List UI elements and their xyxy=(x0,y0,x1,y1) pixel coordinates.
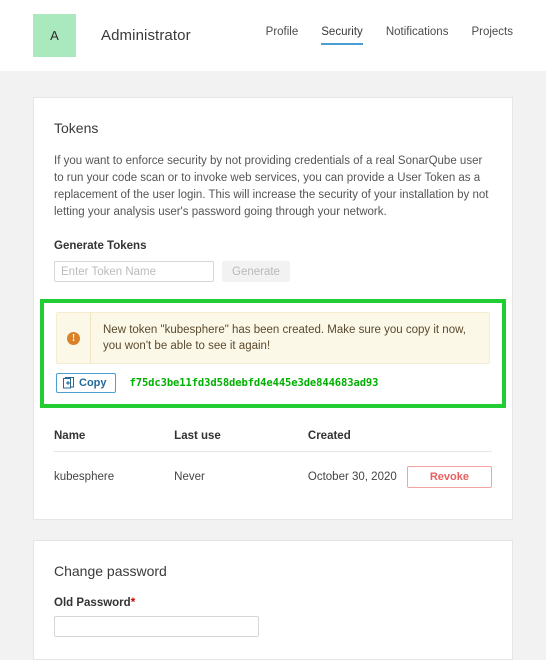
tokens-heading: Tokens xyxy=(54,120,99,136)
tab-security[interactable]: Security xyxy=(321,26,363,45)
alert-message: New token "kubesphere" has been created.… xyxy=(103,324,466,352)
table-row: kubesphere Never October 30, 2020 Revoke xyxy=(54,452,492,502)
tab-profile[interactable]: Profile xyxy=(266,26,299,45)
new-token-alert: ! New token "kubesphere" has been create… xyxy=(56,312,490,364)
copy-button[interactable]: Copy xyxy=(56,373,116,393)
cell-token-last-use: Never xyxy=(174,471,205,483)
avatar-initial: A xyxy=(50,28,59,43)
cell-token-created: October 30, 2020 xyxy=(307,471,397,483)
avatar: A xyxy=(33,14,76,57)
token-row: Copy f75dc3be11fd3d58debfd4e445e3de84468… xyxy=(56,373,490,393)
old-password-label-text: Old Password xyxy=(54,597,131,609)
generate-button[interactable]: Generate xyxy=(222,261,290,282)
table-header-row: Name Last use Created xyxy=(54,420,492,452)
tokens-table: Name Last use Created kubesphere Never O… xyxy=(54,420,492,501)
tokens-card: Tokens If you want to enforce security b… xyxy=(33,97,513,520)
tokens-description: If you want to enforce security by not p… xyxy=(54,155,489,218)
page-title: Administrator xyxy=(101,27,191,44)
column-header-action xyxy=(406,420,492,452)
cell-token-action: Revoke xyxy=(406,452,492,502)
old-password-label: Old Password* xyxy=(54,597,492,609)
cell-token-name: kubesphere xyxy=(54,471,115,483)
generate-token-form: Generate xyxy=(54,261,492,282)
header-nav: Profile Security Notifications Projects xyxy=(266,26,513,46)
column-header-name: Name xyxy=(54,420,175,452)
change-password-card: Change password Old Password* xyxy=(33,540,513,660)
copy-button-label: Copy xyxy=(79,376,107,389)
tab-notifications[interactable]: Notifications xyxy=(386,26,449,45)
alert-icon-cell: ! xyxy=(57,313,91,363)
required-marker: * xyxy=(130,597,136,609)
old-password-field[interactable] xyxy=(54,616,259,637)
token-name-input[interactable] xyxy=(54,261,214,282)
column-header-last-use: Last use xyxy=(174,420,308,452)
warning-icon: ! xyxy=(67,331,80,345)
tab-projects[interactable]: Projects xyxy=(471,26,513,45)
column-header-created: Created xyxy=(307,420,407,452)
change-password-heading: Change password xyxy=(54,563,167,579)
generated-token-value: f75dc3be11fd3d58debfd4e445e3de844683ad93 xyxy=(129,377,379,389)
page-header: A Administrator Profile Security Notific… xyxy=(0,0,546,71)
page-body: Tokens If you want to enforce security b… xyxy=(0,97,546,660)
clipboard-icon xyxy=(63,377,74,389)
new-token-highlight-region: ! New token "kubesphere" has been create… xyxy=(40,299,506,408)
revoke-button[interactable]: Revoke xyxy=(406,466,492,488)
generate-tokens-label: Generate Tokens xyxy=(54,240,147,252)
